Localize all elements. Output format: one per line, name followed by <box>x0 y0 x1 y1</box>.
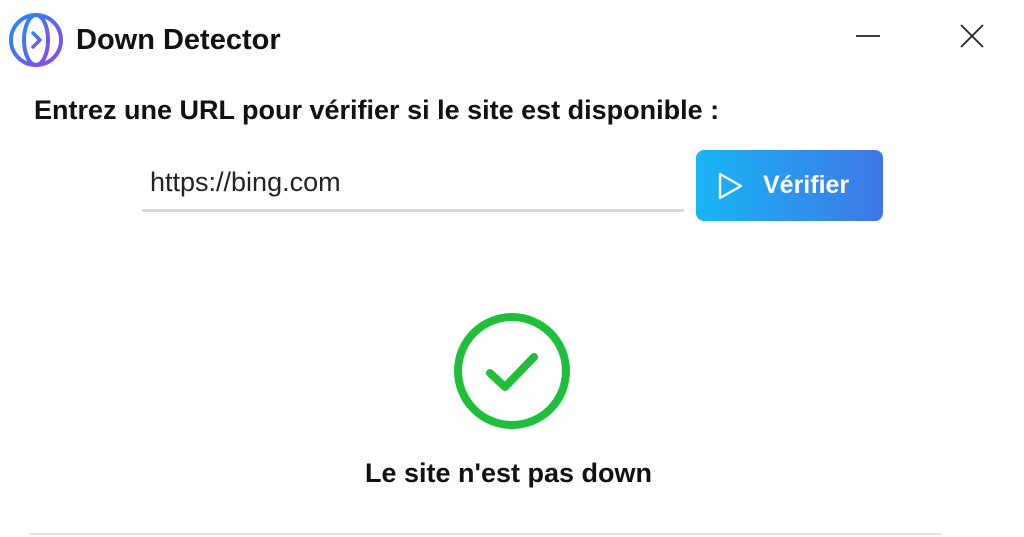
status-message: Le site n'est pas down <box>365 458 652 488</box>
down-detector-logo-icon <box>9 13 63 67</box>
close-button[interactable] <box>944 10 1000 62</box>
minimize-icon <box>856 35 880 37</box>
verify-button[interactable]: Vérifier <box>696 150 883 221</box>
play-outline-icon <box>718 172 743 199</box>
url-field[interactable] <box>142 158 684 212</box>
url-prompt-label: Entrez une URL pour vérifier si le site … <box>34 95 720 125</box>
app-title: Down Detector <box>76 24 281 56</box>
title-bar[interactable]: Down Detector <box>0 0 1024 76</box>
check-circle-icon <box>454 313 570 429</box>
minimize-button[interactable] <box>840 10 896 62</box>
close-icon <box>960 24 984 48</box>
url-input[interactable] <box>142 158 684 206</box>
app-window: Down Detector Entrez une URL pour vérifi… <box>0 0 1024 537</box>
divider <box>30 533 942 535</box>
verify-button-label: Vérifier <box>763 171 850 199</box>
